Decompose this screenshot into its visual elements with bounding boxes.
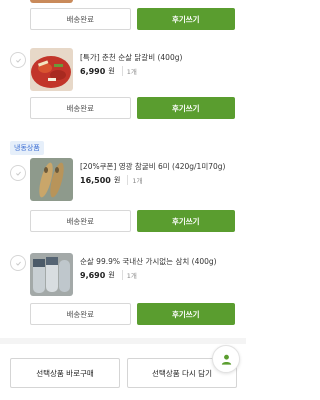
write-review-button[interactable]: 후기쓰기: [136, 8, 235, 30]
product-name[interactable]: [20%쿠폰] 영광 참굴비 6미 (420g/1미70g): [80, 161, 240, 172]
product-price-line: 6,990 원 1개: [80, 66, 137, 76]
currency-unit: 원: [108, 67, 115, 75]
product-image-samchi[interactable]: [30, 253, 73, 296]
write-review-button[interactable]: 후기쓰기: [136, 97, 235, 119]
check-icon: [15, 261, 21, 266]
product-price-line: 16,500 원 1개: [80, 175, 142, 185]
item-0-actions: 배송완료 후기쓰기: [30, 8, 235, 30]
check-icon: [15, 171, 21, 176]
product-quantity: 1개: [127, 175, 142, 185]
person-icon: [221, 354, 231, 365]
delivery-complete-button[interactable]: 배송완료: [30, 97, 131, 119]
floating-profile-button[interactable]: [212, 345, 240, 373]
bottom-action-bar: 선택상품 바로구매 선택상품 다시 담기: [0, 352, 246, 400]
product-quantity: 1개: [121, 66, 137, 76]
write-review-button[interactable]: 후기쓰기: [136, 210, 235, 232]
product-price-line: 9,690 원 1개: [80, 270, 137, 280]
item-1-actions: 배송완료 후기쓰기: [30, 97, 235, 119]
product-name[interactable]: [특가] 춘천 순살 닭갈비 (400g): [80, 52, 240, 63]
product-quantity: 1개: [121, 270, 137, 280]
product-image-dakgalbi[interactable]: [30, 48, 73, 91]
item-2-actions: 배송완료 후기쓰기: [30, 210, 235, 232]
write-review-button[interactable]: 후기쓰기: [136, 303, 235, 325]
gulbi-image: [30, 158, 73, 201]
check-icon: [15, 58, 21, 63]
frozen-section-tag: 냉동상품: [10, 141, 44, 155]
product-price: 16,500: [80, 175, 111, 185]
dakgalbi-image: [30, 48, 73, 91]
section-divider: [0, 338, 246, 344]
currency-unit: 원: [113, 176, 121, 184]
order-item-top-partial: [30, 0, 73, 3]
product-price: 9,690: [80, 270, 106, 280]
select-checkbox[interactable]: [10, 255, 26, 271]
delivery-complete-button[interactable]: 배송완료: [30, 210, 131, 232]
item-3-actions: 배송완료 후기쓰기: [30, 303, 235, 325]
select-checkbox[interactable]: [10, 52, 26, 68]
product-price: 6,990: [80, 66, 106, 76]
currency-unit: 원: [108, 271, 115, 279]
product-image-gulbi[interactable]: [30, 158, 73, 201]
product-name[interactable]: 순살 99.9% 국내산 가시없는 삼치 (400g): [80, 256, 240, 267]
buy-selected-button[interactable]: 선택상품 바로구매: [10, 358, 120, 388]
select-checkbox[interactable]: [10, 165, 26, 181]
samchi-image: [30, 253, 73, 296]
delivery-complete-button[interactable]: 배송완료: [30, 303, 131, 325]
delivery-complete-button[interactable]: 배송완료: [30, 8, 131, 30]
